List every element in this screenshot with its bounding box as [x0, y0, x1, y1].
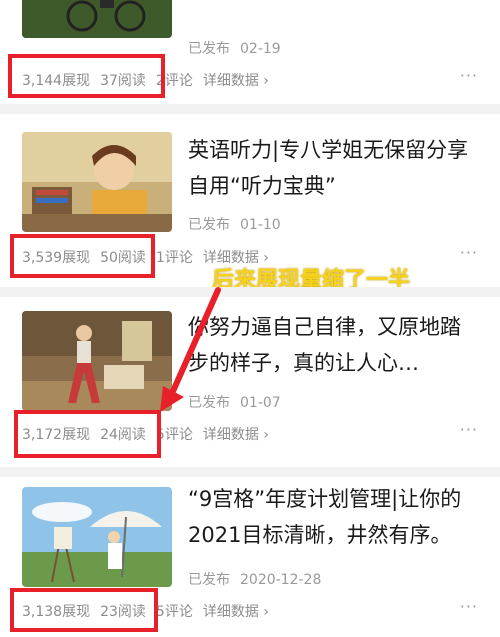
more-options-icon[interactable]: ···	[460, 597, 478, 616]
divider	[0, 467, 500, 477]
publish-info: 已发布 2020-12-28	[188, 572, 322, 588]
post-thumbnail[interactable]	[22, 487, 172, 587]
highlight-box	[10, 588, 158, 632]
comment-count: 5评论	[155, 604, 193, 620]
post-title[interactable]: “9宫格”年度计划管理|让你的2021目标清晰，井然有序。	[188, 481, 478, 553]
detail-data-link[interactable]: 详细数据 ›	[203, 604, 269, 620]
